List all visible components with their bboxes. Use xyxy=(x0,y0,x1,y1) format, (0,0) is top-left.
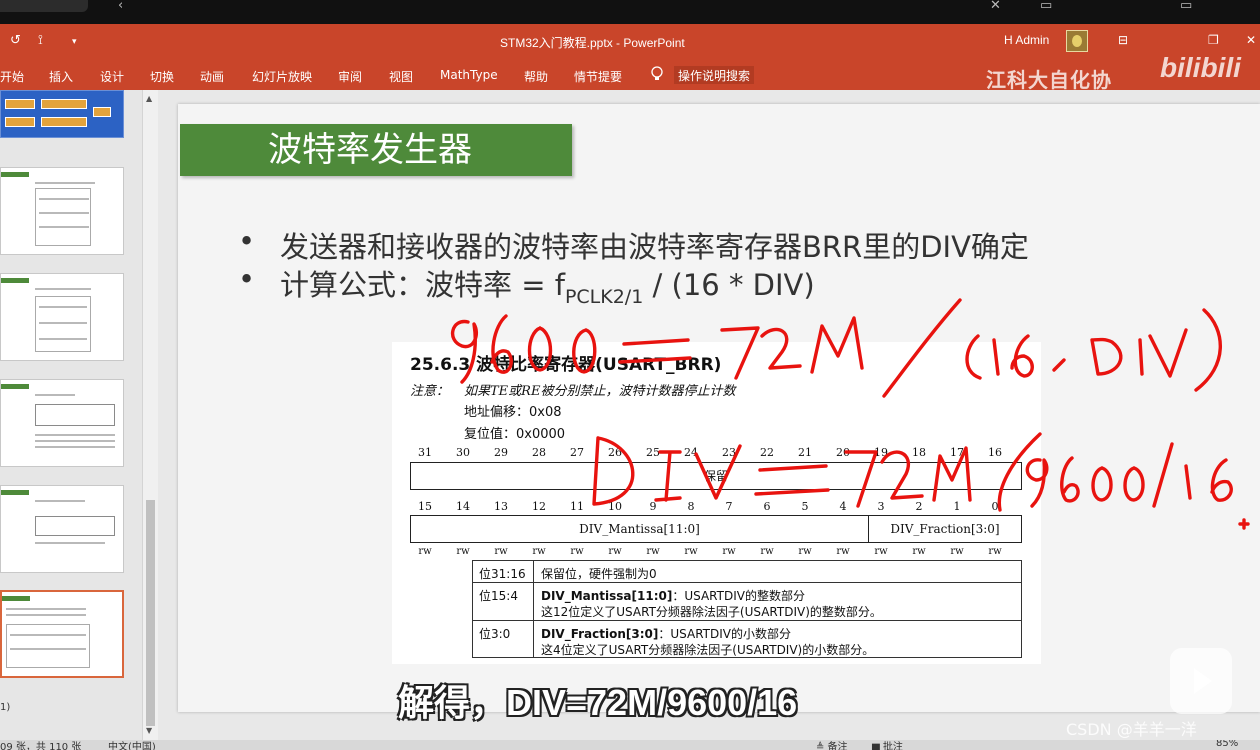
undo-icon[interactable]: ↺ xyxy=(10,33,21,48)
comments-button[interactable]: ▆ 批注 xyxy=(872,740,903,750)
tab-transitions[interactable]: 切换 xyxy=(150,68,174,85)
bullet-icon: • xyxy=(238,224,256,258)
slide-thumbnail-pane: 1) xyxy=(0,90,142,740)
mantissa-field: DIV_Mantissa[11:0] xyxy=(411,516,869,542)
zoom-level[interactable]: 85% xyxy=(1216,740,1238,749)
customize-quick-access-icon[interactable]: ▾ xyxy=(72,37,77,47)
play-icon[interactable] xyxy=(1170,648,1232,714)
slide-title[interactable]: 波特率发生器 xyxy=(180,124,572,176)
csdn-watermark: CSDN @羊羊一洋 xyxy=(1066,720,1197,739)
preview-icon[interactable]: ⟟ xyxy=(38,33,43,48)
window-icon[interactable]: ▭ xyxy=(1040,0,1052,12)
register-row-low: DIV_Mantissa[11:0] DIV_Fraction[3:0] xyxy=(410,515,1022,543)
register-diagram-image[interactable]: 25.6.3 波特比率寄存器(USART_BRR) 注意： 如果TE或RE被分别… xyxy=(392,342,1041,664)
language[interactable]: 中文(中国) xyxy=(108,740,156,750)
slide-thumbnail[interactable] xyxy=(0,90,124,138)
tab-design[interactable]: 设计 xyxy=(100,68,124,85)
tab-animations[interactable]: 动画 xyxy=(200,68,224,85)
slide-thumbnail[interactable] xyxy=(0,167,124,255)
brand-text: 江科大自化协 xyxy=(986,68,1112,92)
reserved-field: 保留 xyxy=(703,469,728,483)
slide-thumbnail[interactable] xyxy=(0,485,124,573)
restore-icon[interactable]: ❐ xyxy=(1208,33,1219,47)
tab-mathtype[interactable]: MathType xyxy=(440,68,498,82)
slide-count: 09 张，共 110 张 xyxy=(0,742,82,750)
access-types: rw rw rw rw rw rw rw rw rw rw rw rw rw r… xyxy=(418,546,1002,557)
tell-me-search[interactable]: 操作说明搜索 xyxy=(674,66,755,84)
tab-home[interactable]: 开始 xyxy=(0,68,24,85)
bullet-icon: • xyxy=(238,262,256,296)
tab-insert[interactable]: 插入 xyxy=(49,68,73,85)
scroll-up-icon[interactable]: ▲ xyxy=(146,94,152,103)
bullet-text: 发送器和接收器的波特率由波特率寄存器BRR里的DIV确定 xyxy=(280,230,1029,264)
tab-view[interactable]: 视图 xyxy=(389,68,413,85)
register-heading: 25.6.3 波特比率寄存器(USART_BRR) xyxy=(410,355,722,375)
video-subtitle: 解得，DIV=72M/9600/16 xyxy=(398,682,798,723)
tab-review[interactable]: 审阅 xyxy=(338,68,362,85)
document-title: STM32入门教程.pptx - PowerPoint xyxy=(500,36,685,50)
screen: ‹ ✕ ▭ ▭ ↺ ⟟ ▾ STM32入门教程.pptx - PowerPoin… xyxy=(0,0,1260,750)
table-row: 位3:0 DIV_Fraction[3:0]：USARTDIV的小数部分 这4位… xyxy=(479,627,875,657)
avatar[interactable] xyxy=(1066,30,1088,52)
user-name[interactable]: H Admin xyxy=(1004,33,1049,47)
slide-thumbnail[interactable] xyxy=(0,273,124,361)
slide-number-label: 1) xyxy=(0,702,11,713)
lightbulb-icon xyxy=(651,66,663,80)
status-bar: 09 张，共 110 张 中文(中国) ≜ 备注 ▆ 批注 85% xyxy=(0,740,1260,750)
scroll-down-icon[interactable]: ▼ xyxy=(146,726,152,735)
thumbnail-scrollbar[interactable]: ▲ ▼ xyxy=(142,90,158,740)
note-text: 如果TE或RE被分别禁止，波特计数器停止计数 xyxy=(464,384,736,399)
bit-description-table: 位31:16 保留位，硬件强制为0 位15:4 DIV_Mantissa[11:… xyxy=(472,560,1022,658)
back-icon[interactable]: ‹ xyxy=(118,0,123,12)
tab-storyboard[interactable]: 情节提要 xyxy=(574,68,622,85)
address-offset: 地址偏移：0x08 xyxy=(464,405,562,420)
close-icon[interactable]: ✕ xyxy=(990,0,1001,12)
fraction-field: DIV_Fraction[3:0] xyxy=(890,522,1000,536)
close-window-icon[interactable]: ✕ xyxy=(1246,33,1256,47)
bilibili-logo: bilibili xyxy=(1160,52,1241,83)
video-player-top-bar: ‹ ✕ ▭ ▭ xyxy=(0,0,1260,24)
player-tab[interactable] xyxy=(0,0,88,12)
scrollbar-thumb[interactable] xyxy=(146,500,155,726)
notes-button[interactable]: ≜ 备注 xyxy=(816,740,848,750)
slide-thumbnail-current[interactable] xyxy=(0,590,124,678)
register-row-high: 保留 xyxy=(410,462,1022,490)
tab-help[interactable]: 帮助 xyxy=(524,68,548,85)
slide-thumbnail[interactable] xyxy=(0,379,124,467)
ribbon-display-icon[interactable]: ⊟ xyxy=(1118,33,1128,47)
tab-slideshow[interactable]: 幻灯片放映 xyxy=(252,68,312,85)
table-row: 位31:16 保留位，硬件强制为0 xyxy=(473,561,1021,583)
formula-text: 计算公式：波特率 = fPCLK2/1 / (16 * DIV) xyxy=(280,268,815,308)
reset-value: 复位值：0x0000 xyxy=(464,427,566,442)
table-row: 位15:4 DIV_Mantissa[11:0]：USARTDIV的整数部分 这… xyxy=(473,583,1021,621)
minimize-icon[interactable]: ▭ xyxy=(1180,0,1192,12)
note-label: 注意： xyxy=(410,384,450,399)
